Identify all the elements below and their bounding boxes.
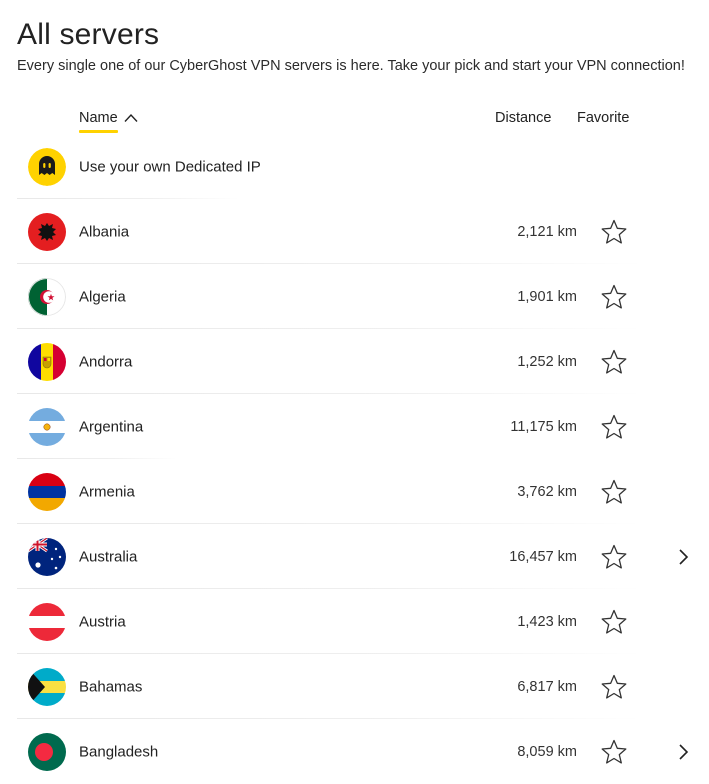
server-row-andorra[interactable]: Andorra 1,252 km bbox=[17, 329, 707, 394]
dedicated-ip-row[interactable]: Use your own Dedicated IP bbox=[17, 134, 707, 199]
server-distance: 8,059 km bbox=[517, 743, 577, 760]
server-row-armenia[interactable]: Armenia 3,762 km bbox=[17, 459, 707, 524]
chevron-right-icon[interactable] bbox=[676, 742, 690, 762]
server-name: Andorra bbox=[79, 353, 133, 370]
andorra-flag-icon bbox=[28, 342, 66, 381]
server-name: Argentina bbox=[79, 418, 144, 435]
cyberghost-logo-icon bbox=[28, 147, 66, 186]
server-row-bahamas[interactable]: Bahamas 6,817 km bbox=[17, 654, 707, 719]
server-row-bangladesh[interactable]: Bangladesh 8,059 km bbox=[17, 719, 707, 784]
server-distance: 1,901 km bbox=[517, 288, 577, 305]
bangladesh-flag-icon bbox=[28, 732, 66, 771]
austria-flag-icon bbox=[28, 602, 66, 641]
server-distance: 6,817 km bbox=[517, 678, 577, 695]
favorite-star-icon[interactable] bbox=[600, 609, 628, 635]
server-distance: 2,121 km bbox=[517, 223, 577, 240]
sort-ascending-icon bbox=[124, 113, 138, 122]
server-name: Austria bbox=[79, 613, 126, 630]
name-column-header[interactable]: Name bbox=[79, 110, 138, 133]
favorite-star-icon[interactable] bbox=[600, 674, 628, 700]
favorite-column-header[interactable]: Favorite bbox=[577, 110, 629, 126]
server-distance: 11,175 km bbox=[510, 418, 577, 435]
dedicated-ip-label: Use your own Dedicated IP bbox=[79, 158, 261, 175]
server-row-albania[interactable]: Albania 2,121 km bbox=[17, 199, 707, 264]
server-name: Armenia bbox=[79, 483, 135, 500]
distance-column-header[interactable]: Distance bbox=[495, 110, 551, 126]
favorite-star-icon[interactable] bbox=[600, 414, 628, 440]
server-name: Bangladesh bbox=[79, 743, 159, 760]
australia-flag-icon bbox=[28, 537, 66, 576]
all-servers-page: All servers Every single one of our Cybe… bbox=[0, 0, 709, 784]
server-row-australia[interactable]: Australia 16,457 km bbox=[17, 524, 707, 589]
server-row-argentina[interactable]: Argentina 11,175 km bbox=[17, 394, 707, 459]
server-name: Bahamas bbox=[79, 678, 143, 695]
server-distance: 1,252 km bbox=[517, 353, 577, 370]
server-distance: 1,423 km bbox=[517, 613, 577, 630]
albania-flag-icon bbox=[28, 212, 66, 251]
favorite-star-icon[interactable] bbox=[600, 349, 628, 375]
server-distance: 3,762 km bbox=[517, 483, 577, 500]
server-name: Algeria bbox=[79, 288, 126, 305]
favorite-star-icon[interactable] bbox=[600, 544, 628, 570]
bahamas-flag-icon bbox=[28, 667, 66, 706]
favorite-star-icon[interactable] bbox=[600, 219, 628, 245]
favorite-star-icon[interactable] bbox=[600, 739, 628, 765]
page-title: All servers bbox=[17, 18, 160, 51]
chevron-right-icon[interactable] bbox=[676, 547, 690, 567]
algeria-flag-icon bbox=[28, 277, 66, 316]
name-column-label: Name bbox=[79, 110, 118, 133]
argentina-flag-icon bbox=[28, 407, 66, 446]
favorite-star-icon[interactable] bbox=[600, 284, 628, 310]
armenia-flag-icon bbox=[28, 472, 66, 511]
server-row-algeria[interactable]: Algeria 1,901 km bbox=[17, 264, 707, 329]
server-name: Albania bbox=[79, 223, 130, 240]
server-row-austria[interactable]: Austria 1,423 km bbox=[17, 589, 707, 654]
server-name: Australia bbox=[79, 548, 138, 565]
server-distance: 16,457 km bbox=[509, 548, 577, 565]
page-subtitle: Every single one of our CyberGhost VPN s… bbox=[17, 58, 685, 74]
favorite-star-icon[interactable] bbox=[600, 479, 628, 505]
